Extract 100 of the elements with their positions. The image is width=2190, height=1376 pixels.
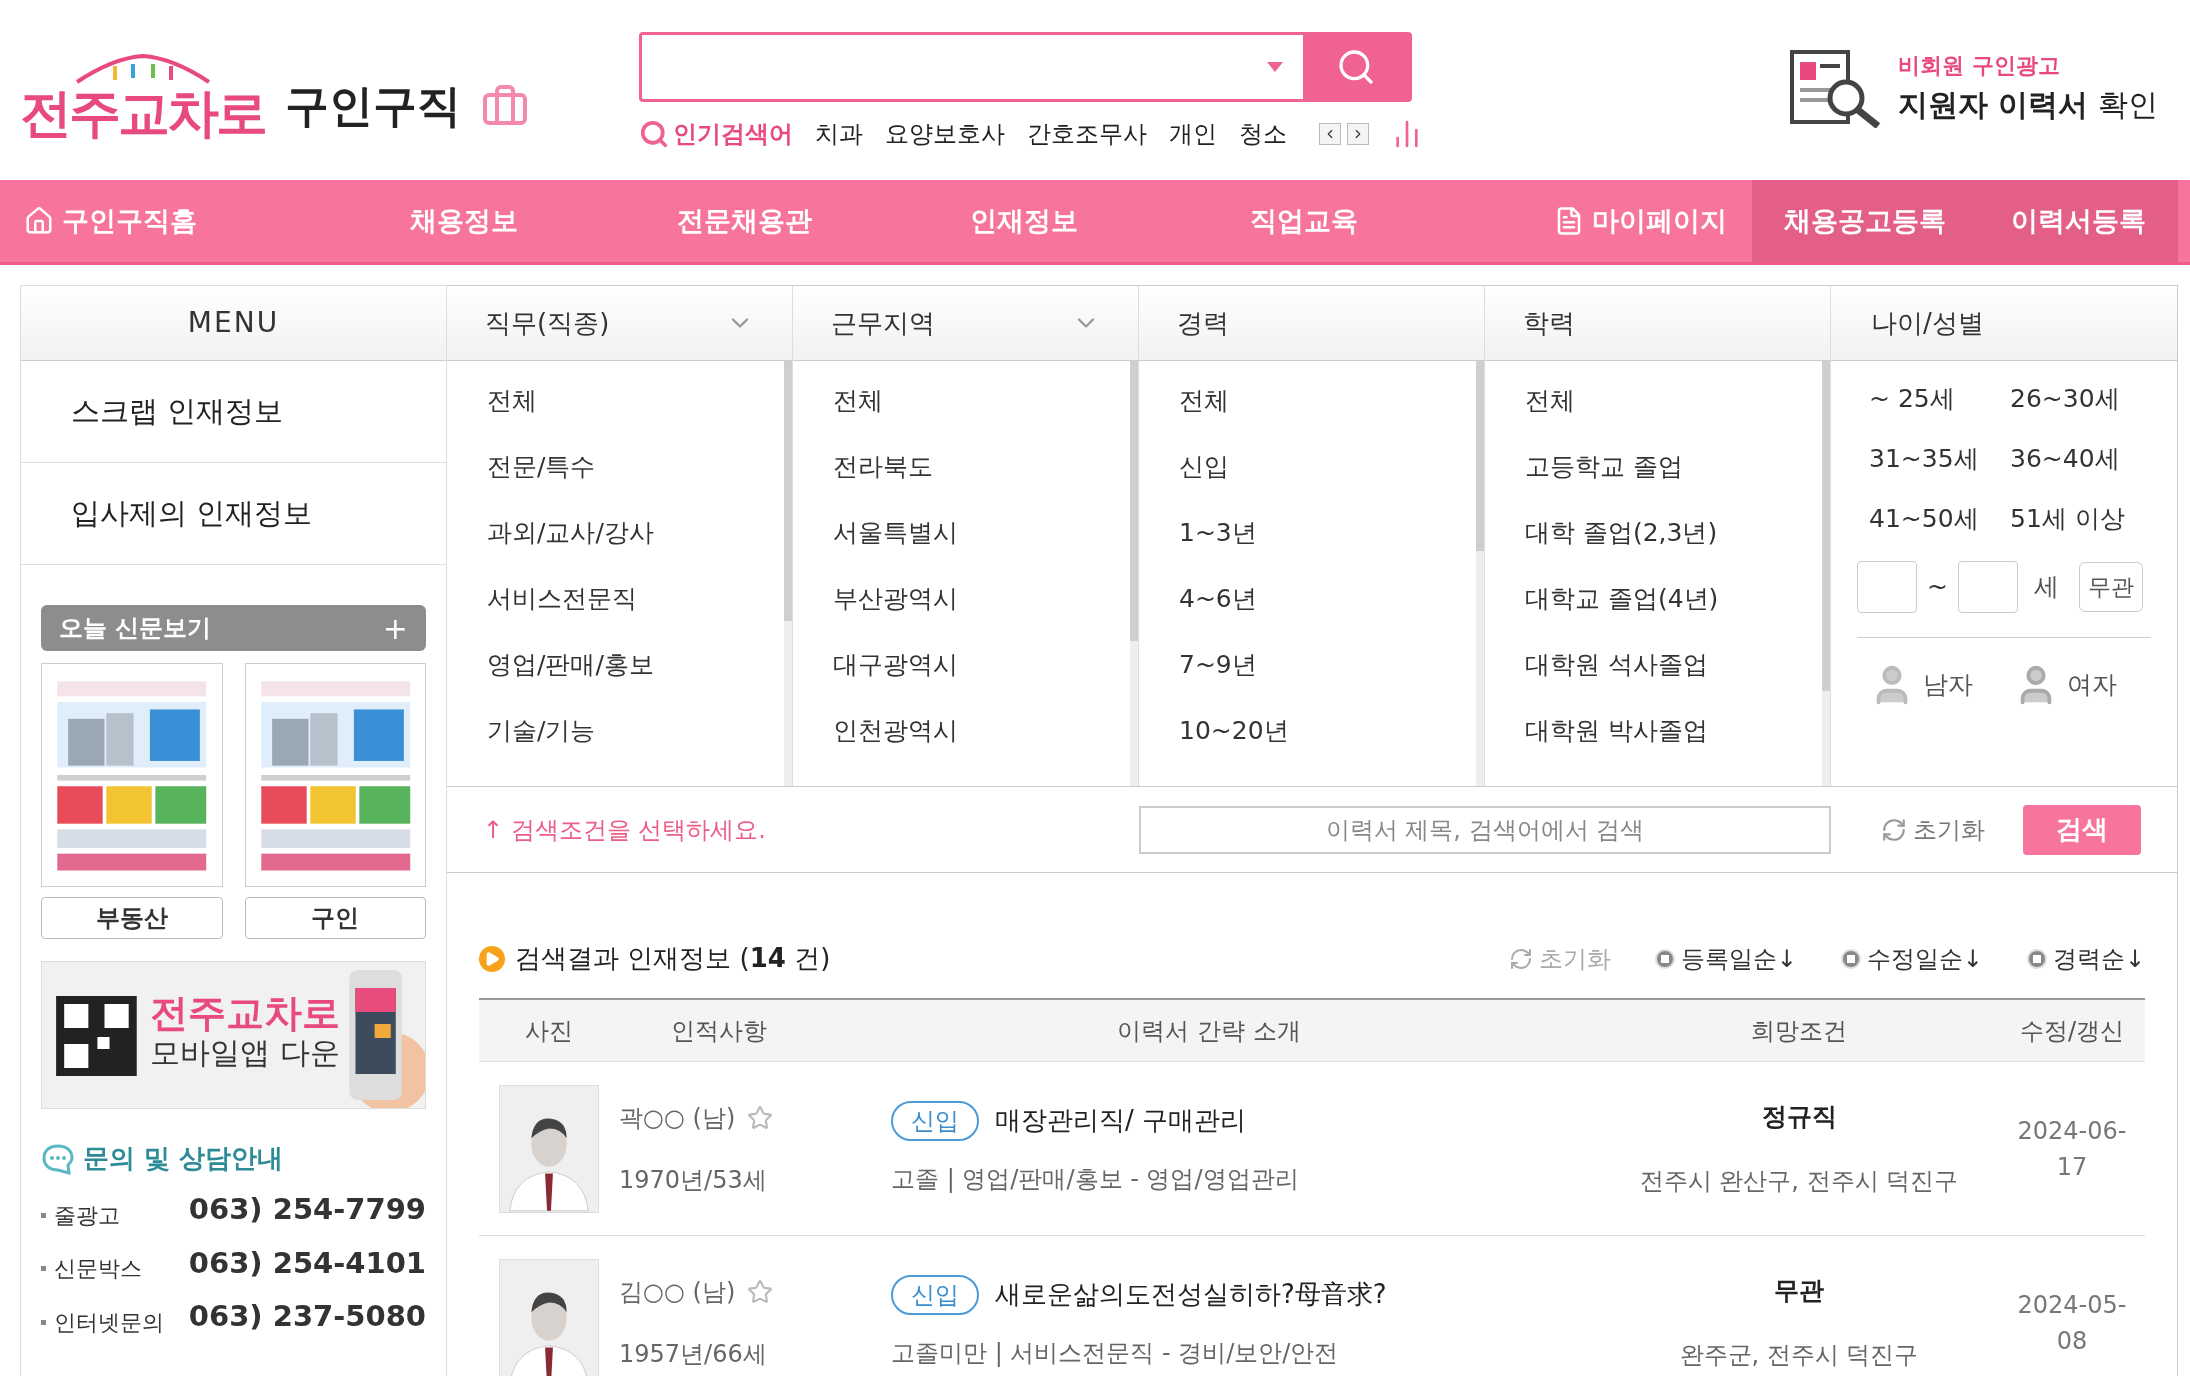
any-age-button[interactable]: 무관	[2078, 562, 2143, 612]
play-icon	[479, 945, 505, 972]
promo-title[interactable]: 지원자 이력서 확인	[1898, 82, 2158, 127]
next-button[interactable]	[1347, 123, 1369, 145]
resume-summary: 고졸미만 | 서비스전문직 - 경비/보안/안전	[891, 1337, 1340, 1369]
star-icon[interactable]	[747, 1278, 774, 1305]
contact-label: 신문박스	[54, 1255, 142, 1283]
site-logo[interactable]: 전주교차로	[20, 52, 265, 152]
filter-option[interactable]: 대학교 졸업(4년)	[1525, 579, 1822, 618]
filter-option[interactable]: 대학원 박사졸업	[1525, 711, 1822, 750]
column-header: 인적사항	[670, 1015, 768, 1047]
star-icon[interactable]	[747, 1104, 774, 1131]
sort-link[interactable]: 등록일순↓	[1654, 940, 1797, 977]
search-field[interactable]	[639, 32, 1412, 102]
resume-summary: 고졸 | 영업/판매/홍보 - 영업/영업관리	[891, 1163, 1300, 1195]
dropdown-caret-icon[interactable]	[1267, 62, 1283, 72]
keyword-search-field[interactable]: 이력서 제목, 검색어에서 검색	[1139, 805, 1831, 854]
age-option[interactable]: ~ 25세	[1869, 379, 2010, 419]
filter-option[interactable]: 대구광역시	[833, 645, 1130, 684]
filter-option[interactable]: 부산광역시	[833, 579, 1130, 618]
refresh-icon	[1508, 946, 1533, 971]
filter-option[interactable]: 영업/판매/홍보	[487, 645, 784, 684]
sidebar-item[interactable]: 입사제의 인재정보	[21, 463, 446, 565]
sort-link[interactable]: 수정일순↓	[1840, 940, 1983, 977]
bullet-icon	[41, 1212, 46, 1218]
max-age-field[interactable]	[1957, 561, 2018, 613]
filter-option[interactable]: 4~6년	[1179, 579, 1476, 618]
home-icon	[24, 206, 54, 236]
filter-option[interactable]: 전체	[1179, 381, 1476, 420]
column-header: 이력서 간략 소개	[1116, 1015, 1302, 1047]
filter-option[interactable]: 기술/기능	[487, 711, 784, 750]
preferred-location: 완주군, 전주시 덕진구	[1679, 1340, 1919, 1372]
experience-badge: 신입	[891, 1274, 979, 1315]
resume-title-link[interactable]: 매장관리직/ 구매관리	[995, 1101, 1247, 1140]
age-option[interactable]: 51세 이상	[2010, 499, 2151, 539]
search-hint: ↑ 검색조건을 선택하세요.	[483, 814, 767, 846]
phone-number: 063) 254-4101	[188, 1244, 426, 1282]
search-button[interactable]	[1303, 35, 1409, 99]
keyword-link[interactable]: 청소	[1239, 116, 1287, 152]
newspaper-button[interactable]: 부동산	[41, 897, 223, 939]
keyword-link[interactable]: 요양보호사	[885, 116, 1005, 152]
filter-option[interactable]: 서비스전문직	[487, 579, 784, 618]
newspaper-button[interactable]: 구인	[244, 897, 426, 939]
gender-option[interactable]: 남자	[1869, 662, 1973, 708]
sort-icon	[2026, 948, 2047, 969]
employment-type: 무관	[1774, 1274, 1824, 1307]
age-option[interactable]: 26~30세	[2010, 379, 2151, 419]
banner-text: 모바일앱 다운	[150, 1035, 340, 1071]
filter-option[interactable]: 10~20년	[1179, 711, 1476, 750]
birth-age: 1957년/66세	[619, 1338, 768, 1370]
filter-option[interactable]: 고등학교 졸업	[1525, 447, 1822, 486]
candidate-name[interactable]: 곽○○ (남)	[619, 1099, 736, 1136]
popular-keywords-label: 인기검색어	[673, 119, 793, 150]
filter-option[interactable]: 인천광역시	[833, 711, 1130, 750]
min-age-field[interactable]	[1857, 561, 1917, 613]
scrollbar[interactable]	[1130, 361, 1138, 786]
tilde: ~	[1927, 571, 1948, 604]
keyword-link[interactable]: 간호조무사	[1027, 116, 1147, 152]
previous-button[interactable]	[1319, 123, 1341, 145]
filter-option[interactable]: 대학원 석사졸업	[1525, 645, 1822, 684]
app-banner[interactable]: 전주교차로 모바일앱 다운	[41, 961, 426, 1109]
sort-link[interactable]: 경력순↓	[2026, 940, 2145, 977]
filter-option[interactable]: 전문/특수	[487, 447, 784, 486]
scrollbar[interactable]	[1822, 361, 1830, 786]
search-icon	[1336, 47, 1376, 87]
reset-link[interactable]: 초기화	[1881, 811, 1985, 848]
filter-option[interactable]: 전라북도	[833, 447, 1130, 486]
filter-option[interactable]: 서울특별시	[833, 513, 1130, 552]
keyword-link[interactable]: 개인	[1169, 116, 1217, 152]
resume-title-link[interactable]: 새로운삶의도전성실히하?母音求?	[995, 1275, 1387, 1314]
sidebar-item[interactable]: 스크랩 인재정보	[21, 361, 446, 463]
age-option[interactable]: 41~50세	[1869, 499, 2010, 539]
gender-option[interactable]: 여자	[2013, 662, 2117, 708]
candidate-name[interactable]: 김○○ (남)	[619, 1273, 736, 1310]
column-header: 희망조건	[1750, 1015, 1848, 1047]
filter-option[interactable]: 전체	[1525, 381, 1822, 420]
filter-option[interactable]: 7~9년	[1179, 645, 1476, 684]
keyword-link[interactable]: 치과	[815, 116, 863, 152]
sort-icon	[1840, 948, 1861, 969]
age-option[interactable]: 31~35세	[1869, 439, 2010, 479]
employment-type: 정규직	[1761, 1100, 1837, 1133]
speech-bubble-icon	[41, 1142, 75, 1175]
bullet-icon	[41, 1319, 46, 1325]
column-header: 수정/갱신	[2018, 1015, 2126, 1047]
filter-option[interactable]: 과외/교사/강사	[487, 513, 784, 552]
scrollbar[interactable]	[1476, 361, 1484, 786]
filter-option[interactable]: 전체	[487, 381, 784, 420]
age-option[interactable]: 36~40세	[2010, 439, 2151, 479]
filter-option[interactable]: 대학 졸업(2,3년)	[1525, 513, 1822, 552]
phone-number: 063) 237-5080	[188, 1298, 426, 1335]
experience-badge: 신입	[891, 1100, 979, 1141]
filter-option[interactable]: 1~3년	[1179, 513, 1476, 552]
contact-label: 인터넷문의	[54, 1308, 164, 1337]
updated-date: 2024-05-08	[2016, 1289, 2128, 1357]
filter-option[interactable]: 신입	[1179, 447, 1476, 486]
sort-icon	[1654, 948, 1675, 969]
preferred-location: 전주시 완산구, 전주시 덕진구	[1639, 1166, 1959, 1198]
filter-option[interactable]: 전체	[833, 381, 1130, 420]
updated-date: 2024-06-17	[2016, 1115, 2128, 1183]
scrollbar[interactable]	[784, 361, 792, 786]
